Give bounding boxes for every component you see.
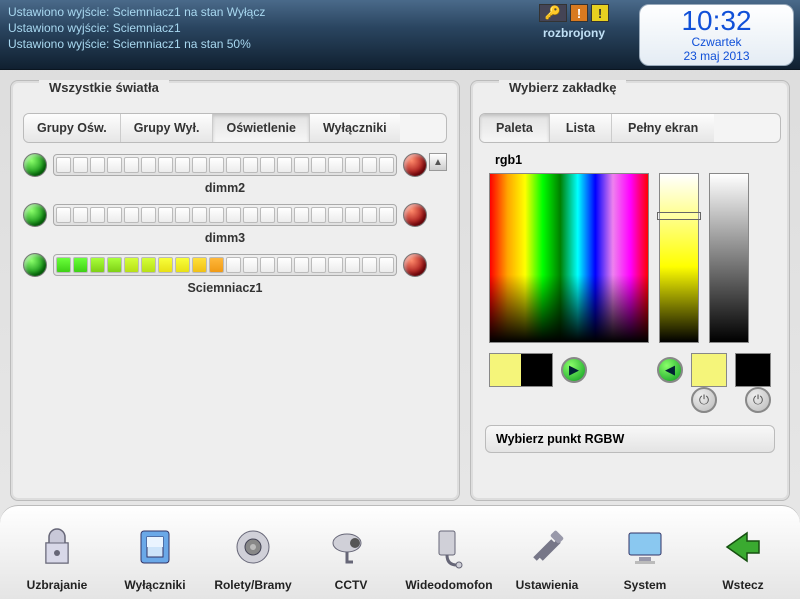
wideodomofon-icon [405, 520, 493, 574]
swatch-black[interactable] [735, 353, 771, 387]
dimmer-dimm3: dimm3 [23, 203, 427, 245]
brightness-slider[interactable] [659, 173, 699, 343]
top-bar: Ustawiono wyjście: Sciemniacz1 na stan W… [0, 0, 800, 70]
lights-panel: Wszystkie światła Grupy Ośw.Grupy Wył.Oś… [10, 80, 460, 501]
level-bar[interactable] [53, 204, 397, 226]
color-panel: Wybierz zakładkę PaletaListaPełny ekran … [470, 80, 790, 501]
clock-time: 10:32 [646, 7, 787, 35]
dimmer-dimm2: dimm2 [23, 153, 427, 195]
status-line: Ustawiono wyjście: Sciemniacz1 na stan W… [8, 4, 501, 20]
toolbar-ustawienia[interactable]: Ustawienia [503, 520, 591, 592]
off-indicator[interactable] [403, 153, 427, 177]
tab-grupy-wy-[interactable]: Grupy Wył. [121, 114, 214, 142]
toolbar-wideodomofon[interactable]: Wideodomofon [405, 520, 493, 592]
color-field[interactable] [489, 173, 649, 343]
arm-status-block: 🔑 ! ! rozbrojony [509, 0, 639, 40]
dimmer-Sciemniacz1: Sciemniacz1 [23, 253, 427, 295]
system-icon [601, 520, 689, 574]
uzbrajanie-icon [13, 520, 101, 574]
rgb-name: rgb1 [495, 153, 781, 167]
color-preview [489, 353, 553, 387]
dimmer-label: dimm2 [23, 181, 427, 195]
power-button-2[interactable]: ⏻ [745, 387, 771, 413]
power-button-1[interactable]: ⏻ [691, 387, 717, 413]
bottom-toolbar: Uzbrajanie Wyłączniki Rolety/Bramy CCTV Wide… [0, 505, 800, 600]
on-indicator[interactable] [23, 153, 47, 177]
dimmer-list: ▲ dimm2 dimm3 Sciemniacz1 [23, 153, 447, 453]
color-panel-title: Wybierz zakładkę [499, 80, 626, 95]
toolbar-label: Rolety/Bramy [209, 578, 297, 592]
white-slider[interactable] [709, 173, 749, 343]
toolbar-label: Wideodomofon [405, 578, 493, 592]
prev-button[interactable]: ◀ [657, 357, 683, 383]
toolbar-system[interactable]: System [601, 520, 689, 592]
on-indicator[interactable] [23, 203, 47, 227]
lights-panel-title: Wszystkie światła [39, 80, 169, 95]
status-line: Ustawiono wyjście: Sciemniacz1 na stan 5… [8, 36, 501, 52]
toolbar-uzbrajanie[interactable]: Uzbrajanie [13, 520, 101, 592]
toolbar-cctv[interactable]: CCTV [307, 520, 395, 592]
toolbar-wstecz[interactable]: Wstecz [699, 520, 787, 592]
off-indicator[interactable] [403, 253, 427, 277]
level-bar[interactable] [53, 254, 397, 276]
tab-grupy-o-w-[interactable]: Grupy Ośw. [24, 114, 121, 142]
swatch-yellow[interactable] [691, 353, 727, 387]
dimmer-label: Sciemniacz1 [23, 281, 427, 295]
arm-status-label: rozbrojony [509, 26, 639, 40]
on-indicator[interactable] [23, 253, 47, 277]
off-indicator[interactable] [403, 203, 427, 227]
toolbar-label: Ustawienia [503, 578, 591, 592]
toolbar-label: Wyłączniki [111, 578, 199, 592]
tab-paleta[interactable]: Paleta [480, 114, 550, 142]
toolbar-label: CCTV [307, 578, 395, 592]
status-line: Ustawiono wyjście: Sciemniacz1 [8, 20, 501, 36]
wstecz-icon [699, 520, 787, 574]
tab-pe-ny-ekran[interactable]: Pełny ekran [612, 114, 714, 142]
tab-wy-czniki[interactable]: Wyłączniki [310, 114, 400, 142]
toolbar-wylaczniki[interactable]: Wyłączniki [111, 520, 199, 592]
cctv-icon [307, 520, 395, 574]
color-tabs: PaletaListaPełny ekran [479, 113, 781, 143]
warning-icon: ! [591, 4, 609, 22]
alert-icon: ! [570, 4, 588, 22]
tab-lista[interactable]: Lista [550, 114, 612, 142]
lights-tabs: Grupy Ośw.Grupy Wył.OświetlenieWyłącznik… [23, 113, 447, 143]
key-icon: 🔑 [539, 4, 567, 22]
rolety-icon [209, 520, 297, 574]
tab-o-wietlenie[interactable]: Oświetlenie [213, 114, 309, 142]
clock: 10:32 Czwartek 23 maj 2013 [639, 4, 794, 66]
toolbar-rolety[interactable]: Rolety/Bramy [209, 520, 297, 592]
toolbar-label: Wstecz [699, 578, 787, 592]
ustawienia-icon [503, 520, 591, 574]
dimmer-label: dimm3 [23, 231, 427, 245]
level-bar[interactable] [53, 154, 397, 176]
rgbw-footer: Wybierz punkt RGBW [485, 425, 775, 453]
scroll-up-button[interactable]: ▲ [429, 153, 447, 171]
play-button[interactable]: ▶ [561, 357, 587, 383]
clock-date: 23 maj 2013 [646, 49, 787, 63]
toolbar-label: System [601, 578, 689, 592]
status-log: Ustawiono wyjście: Sciemniacz1 na stan W… [0, 0, 509, 56]
clock-day: Czwartek [646, 35, 787, 49]
toolbar-label: Uzbrajanie [13, 578, 101, 592]
wylaczniki-icon [111, 520, 199, 574]
